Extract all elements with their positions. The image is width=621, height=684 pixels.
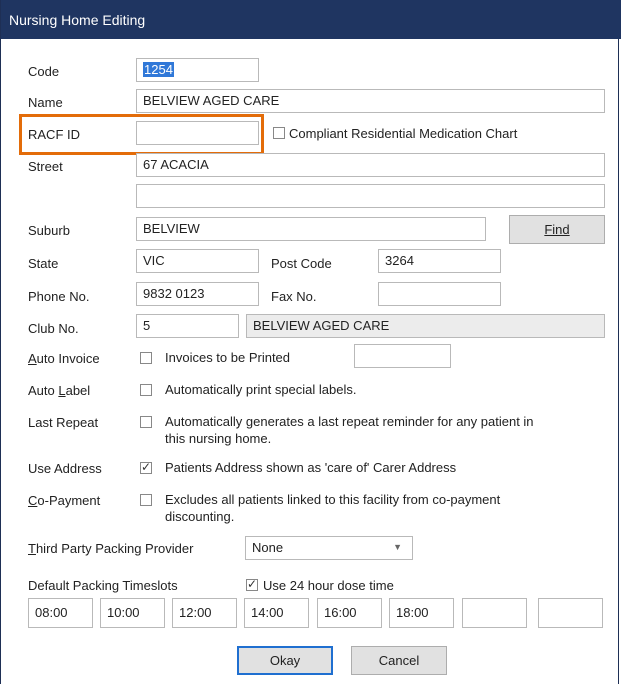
timeslot-4[interactable]: 14:00 bbox=[244, 598, 309, 628]
street-input-2[interactable] bbox=[136, 184, 605, 208]
fax-label: Fax No. bbox=[271, 289, 317, 304]
timeslot-8[interactable] bbox=[538, 598, 603, 628]
timeslot-6[interactable]: 18:00 bbox=[389, 598, 454, 628]
third-party-value: None bbox=[252, 540, 284, 555]
street-label: Street bbox=[28, 159, 63, 174]
last-repeat-text-2: this nursing home. bbox=[165, 431, 272, 446]
street-input-1[interactable]: 67 ACACIA bbox=[136, 153, 605, 177]
last-repeat-checkbox[interactable] bbox=[140, 416, 152, 428]
postcode-label: Post Code bbox=[271, 256, 332, 271]
auto-label-label: Auto Label bbox=[28, 383, 91, 398]
find-button-label: Find bbox=[544, 222, 570, 237]
copayment-text-1: Excludes all patients linked to this fac… bbox=[165, 492, 501, 507]
compliant-chart-label: Compliant Residential Medication Chart bbox=[289, 126, 518, 141]
phone-input[interactable]: 9832 0123 bbox=[136, 282, 259, 306]
suburb-input[interactable]: BELVIEW bbox=[136, 217, 486, 241]
racf-id-label: RACF ID bbox=[28, 127, 80, 142]
suburb-label: Suburb bbox=[28, 223, 70, 238]
find-button[interactable]: Find bbox=[509, 215, 605, 244]
dose-time-checkbox[interactable]: ✓ bbox=[246, 577, 258, 591]
auto-label-checkbox[interactable] bbox=[140, 384, 152, 396]
checkmark-icon: ✓ bbox=[247, 577, 258, 591]
timeslot-5[interactable]: 16:00 bbox=[317, 598, 382, 628]
cancel-button[interactable]: Cancel bbox=[351, 646, 447, 675]
postcode-input[interactable]: 3264 bbox=[378, 249, 501, 273]
timeslots-label: Default Packing Timeslots bbox=[28, 578, 178, 593]
fax-input[interactable] bbox=[378, 282, 501, 306]
club-input[interactable]: 5 bbox=[136, 314, 239, 338]
title-bar: Nursing Home Editing bbox=[1, 0, 621, 39]
code-value: 1254 bbox=[143, 62, 174, 77]
chevron-down-icon: ▼ bbox=[393, 542, 402, 552]
nursing-home-editing-dialog: Nursing Home Editing Code 1254 Name BELV… bbox=[0, 0, 621, 684]
last-repeat-text-1: Automatically generates a last repeat re… bbox=[165, 414, 534, 429]
timeslot-2[interactable]: 10:00 bbox=[100, 598, 165, 628]
auto-invoice-text: Invoices to be Printed bbox=[165, 350, 291, 365]
auto-invoice-label: Auto Invoice bbox=[28, 351, 100, 366]
timeslot-7[interactable] bbox=[462, 598, 527, 628]
state-label: State bbox=[28, 256, 59, 271]
club-label: Club No. bbox=[28, 321, 79, 336]
compliant-chart-checkbox[interactable] bbox=[273, 127, 285, 139]
use-address-text: Patients Address shown as 'care of' Care… bbox=[165, 460, 457, 475]
third-party-dropdown[interactable]: None ▼ bbox=[245, 536, 413, 560]
dose-time-label: Use 24 hour dose time bbox=[263, 578, 394, 593]
auto-invoice-input[interactable] bbox=[354, 344, 451, 368]
use-address-checkbox[interactable]: ✓ bbox=[140, 460, 152, 474]
copayment-text-2: discounting. bbox=[165, 509, 235, 524]
name-label: Name bbox=[28, 95, 63, 110]
code-label: Code bbox=[28, 64, 60, 79]
timeslot-1[interactable]: 08:00 bbox=[28, 598, 93, 628]
state-input[interactable]: VIC bbox=[136, 249, 259, 273]
checkmark-icon: ✓ bbox=[141, 460, 152, 474]
name-input[interactable]: BELVIEW AGED CARE bbox=[136, 89, 605, 113]
copayment-checkbox[interactable] bbox=[140, 494, 152, 506]
club-name-display: BELVIEW AGED CARE bbox=[246, 314, 605, 338]
last-repeat-label: Last Repeat bbox=[28, 415, 99, 430]
window-title: Nursing Home Editing bbox=[9, 12, 146, 28]
okay-button[interactable]: Okay bbox=[237, 646, 333, 675]
racf-id-input[interactable] bbox=[136, 121, 259, 145]
auto-invoice-checkbox[interactable] bbox=[140, 352, 152, 364]
third-party-label: Third Party Packing Provider bbox=[28, 541, 194, 556]
use-address-label: Use Address bbox=[28, 461, 102, 476]
phone-label: Phone No. bbox=[28, 289, 90, 304]
copayment-label: Co-Payment bbox=[28, 493, 101, 508]
code-input[interactable]: 1254 bbox=[136, 58, 259, 82]
auto-label-text: Automatically print special labels. bbox=[165, 382, 357, 397]
timeslot-3[interactable]: 12:00 bbox=[172, 598, 237, 628]
